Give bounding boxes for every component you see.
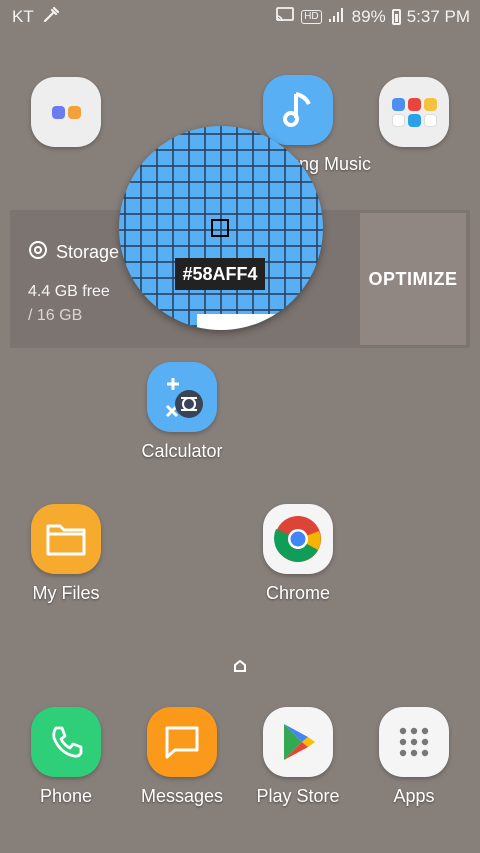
chrome-icon (263, 504, 333, 574)
app-label: Calculator (141, 441, 223, 461)
app-label: Messages (140, 786, 224, 806)
app-label: My Files (32, 583, 100, 603)
storage-icon (28, 240, 48, 265)
cast-icon (275, 6, 295, 28)
calculator-icon (147, 362, 217, 432)
battery-icon (391, 9, 401, 25)
storage-free: 4.4 GB free (28, 283, 110, 300)
app-label: Phone (39, 786, 93, 806)
play-store-icon (263, 707, 333, 777)
optimize-button[interactable]: OPTIMIZE (360, 213, 466, 345)
app-my-files[interactable]: My Files (11, 504, 121, 604)
pixel-selector-cursor (211, 219, 229, 237)
battery-percent: 89% (351, 7, 386, 26)
hd-voice-badge: HD (301, 10, 322, 24)
folder-icon (31, 77, 101, 147)
message-bubble-icon (147, 707, 217, 777)
dock-messages[interactable]: Messages (127, 707, 237, 807)
magnified-white-pixels (197, 314, 277, 330)
apps-grid-icon (379, 707, 449, 777)
phone-icon (31, 707, 101, 777)
dock-phone[interactable]: Phone (11, 707, 121, 807)
eyedropper-icon (42, 6, 60, 29)
dock-play-store[interactable]: Play Store (243, 707, 353, 807)
storage-title: Storage (56, 242, 120, 262)
folder-top-left[interactable] (11, 77, 121, 147)
app-label: Play Store (256, 786, 340, 806)
carrier-label: KT (12, 7, 34, 26)
app-label: Chrome (265, 583, 331, 603)
folder-google[interactable] (359, 77, 469, 147)
folder-icon (31, 504, 101, 574)
app-label: Apps (393, 786, 435, 806)
folder-icon (379, 77, 449, 147)
app-calculator[interactable]: Calculator (127, 362, 237, 462)
color-picker-magnifier[interactable]: #58AFF4 (119, 126, 323, 330)
status-bar: KT HD 89% 5:37 PM (0, 0, 480, 34)
color-hex-readout: #58AFF4 (175, 258, 265, 290)
storage-total: / 16 GB (28, 307, 83, 324)
app-chrome[interactable]: Chrome (243, 504, 353, 604)
storage-info: Storage 4.4 GB free / 16 GB (28, 240, 119, 325)
dock-apps[interactable]: Apps (359, 707, 469, 807)
clock: 5:37 PM (406, 7, 470, 26)
signal-icon (328, 7, 346, 28)
home-page-indicator[interactable] (233, 659, 247, 672)
